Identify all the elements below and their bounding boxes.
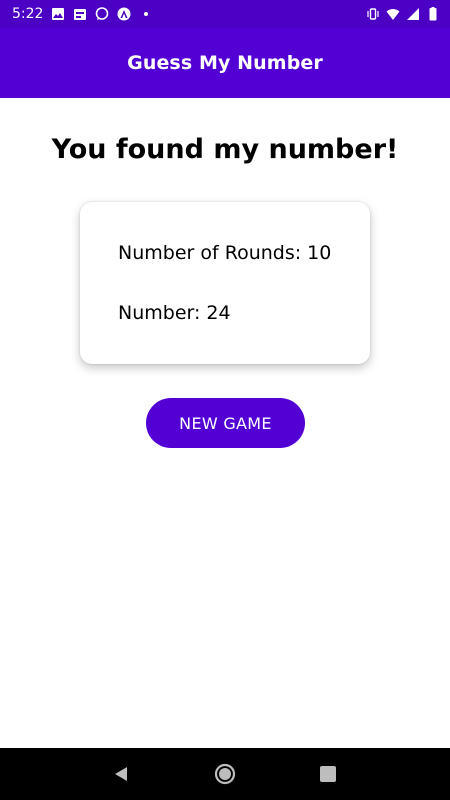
image-icon — [52, 8, 65, 20]
summary-card: Number of Rounds: 10 Number: 24 — [80, 202, 370, 364]
app-icon — [117, 7, 131, 21]
game-over-screen: You found my number! Number of Rounds: 1… — [0, 98, 450, 748]
back-icon — [114, 767, 127, 781]
number-text: Number: 24 — [118, 302, 231, 324]
chat-icon — [96, 7, 109, 20]
recents-button[interactable] — [308, 754, 348, 794]
home-button[interactable] — [205, 754, 245, 794]
battery-icon — [429, 7, 437, 21]
dot-icon — [144, 12, 149, 16]
wifi-icon — [386, 9, 400, 20]
status-right — [366, 7, 440, 21]
system-nav-bar — [0, 748, 450, 800]
calendar-icon — [74, 9, 87, 20]
app-title: Guess My Number — [127, 52, 323, 74]
rounds-text: Number of Rounds: 10 — [118, 242, 332, 264]
app-bar: Guess My Number — [0, 28, 450, 98]
status-left: 5:22 — [12, 6, 153, 22]
home-icon — [214, 763, 236, 785]
new-game-button[interactable]: NEW GAME — [146, 398, 305, 448]
signal-icon — [407, 8, 419, 20]
status-bar: 5:22 — [0, 0, 450, 28]
vibrate-icon — [367, 8, 379, 20]
status-time: 5:22 — [12, 6, 44, 22]
back-button[interactable] — [102, 754, 142, 794]
recents-icon — [320, 766, 337, 782]
result-headline: You found my number! — [51, 134, 399, 165]
